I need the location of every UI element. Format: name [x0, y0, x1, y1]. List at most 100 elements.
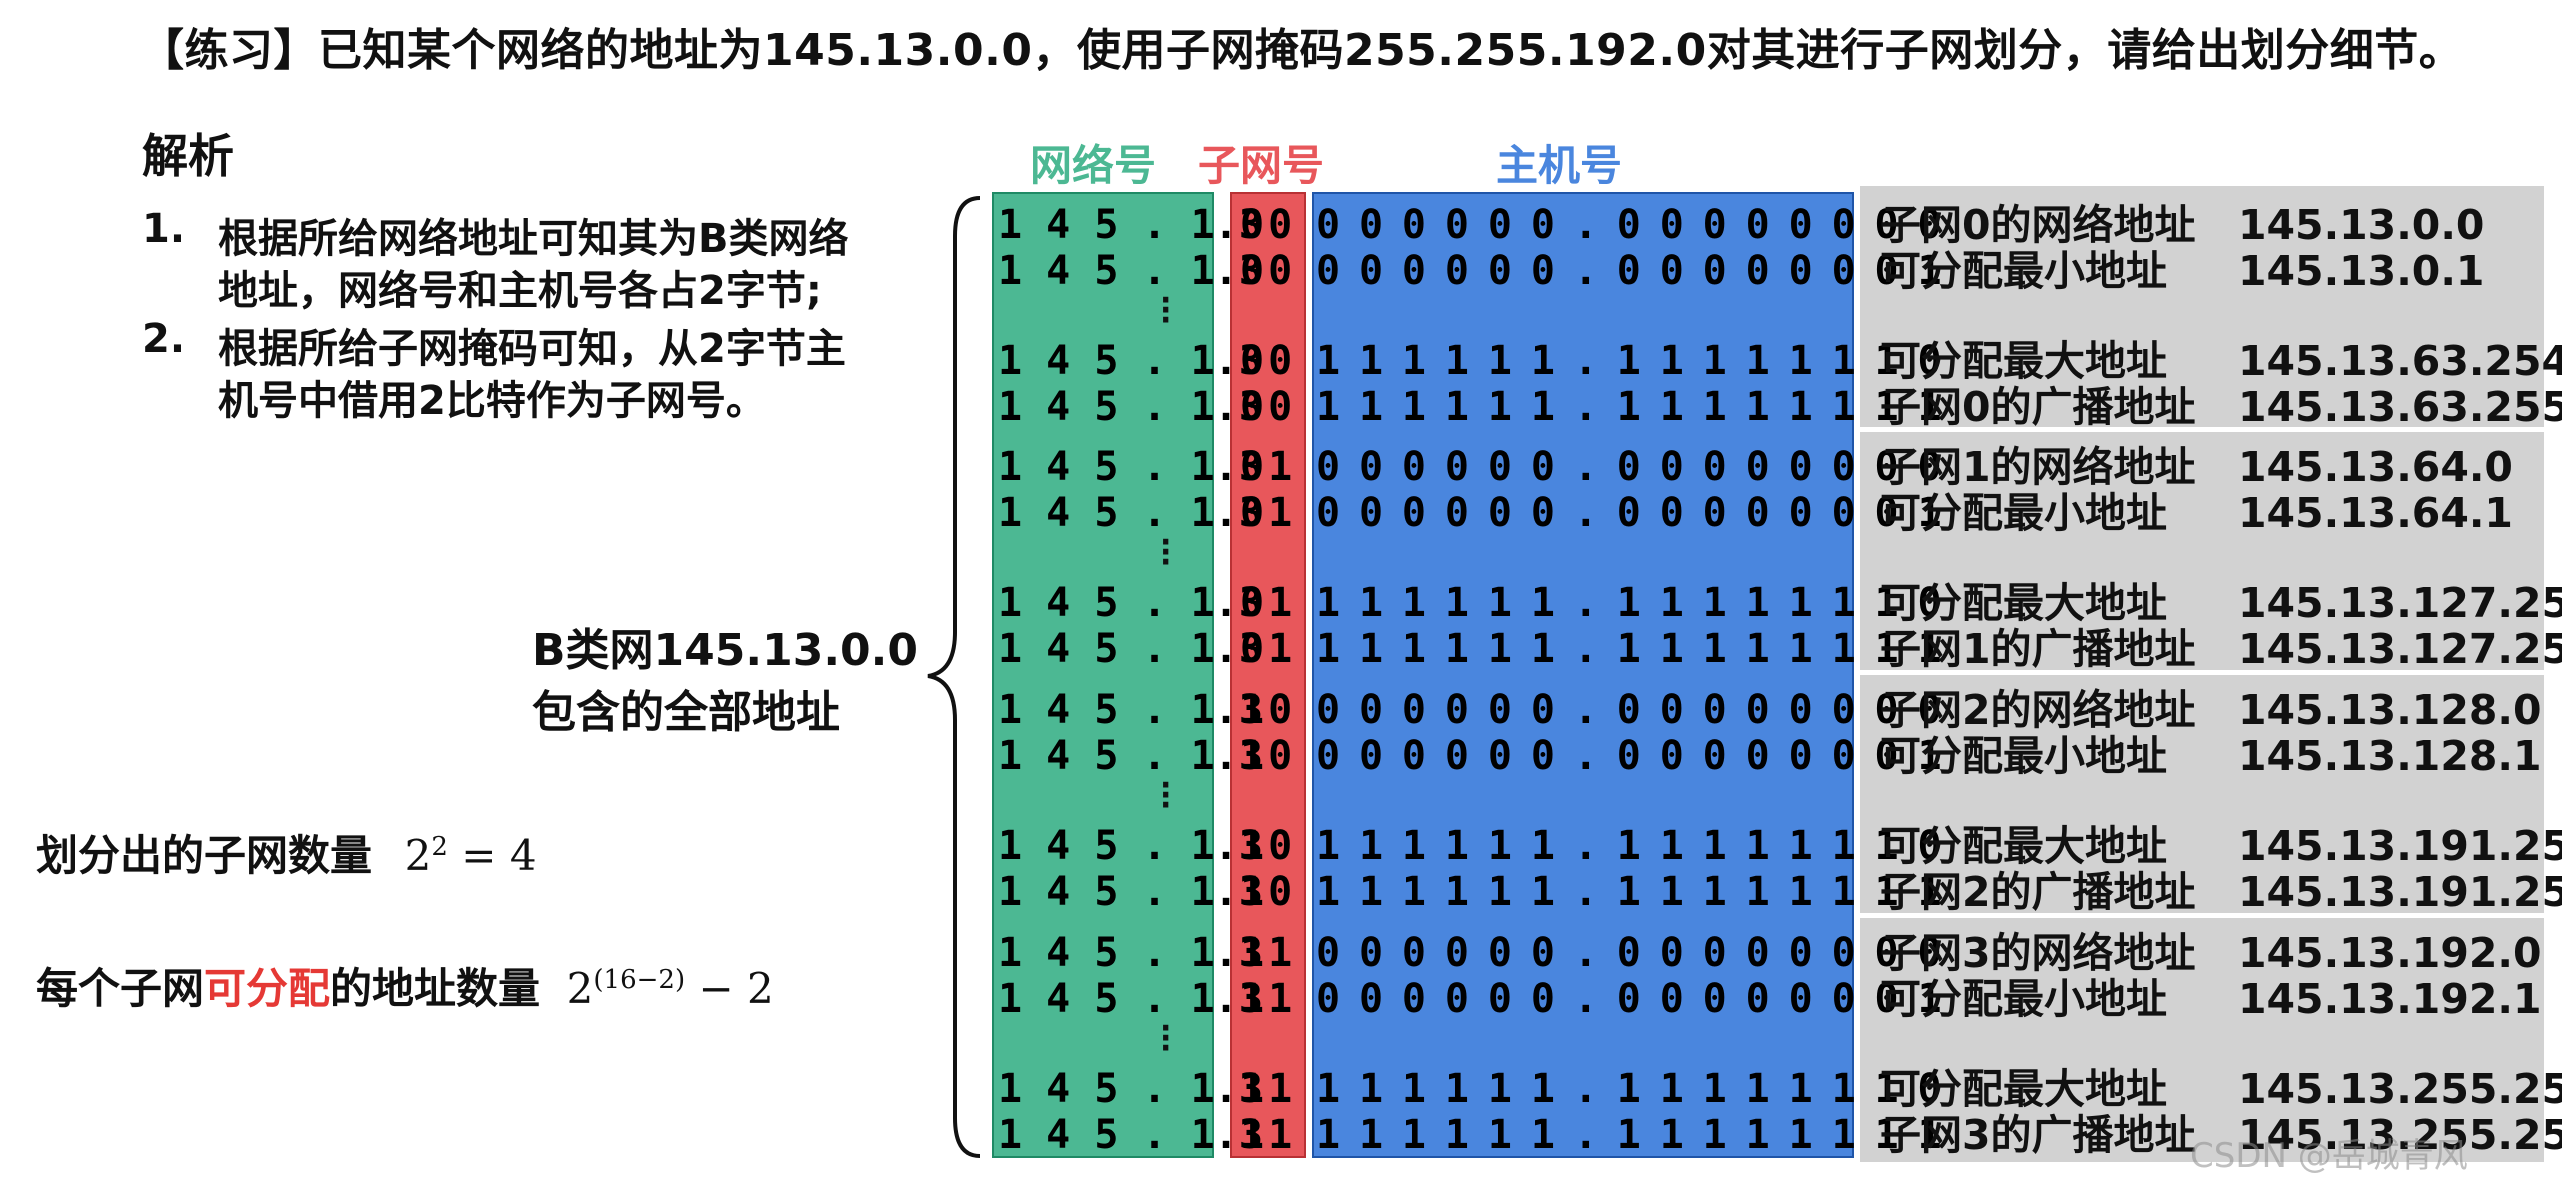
host-bits: 1 1 1 1 1 1 . 1 1 1 1 1 1 1 1 [1316, 869, 1942, 915]
step-2-line-2: 机号中借用2比特作为子网号。 [218, 378, 766, 424]
subnet-bits: 1 0 [1240, 687, 1292, 733]
subnet-bits: 0 0 [1240, 338, 1292, 384]
subnet-count-formula: 22 = 4 [405, 831, 537, 880]
ellipsis-dots: · · · [1160, 1011, 1172, 1066]
address-value: 145.13.192.0 [2238, 929, 2542, 977]
address-label: 可分配最大地址 [1880, 337, 2167, 385]
hosts-base: 2 [566, 964, 594, 1013]
ellipsis-dots: · · · [1160, 283, 1172, 338]
address-label: 可分配最小地址 [1880, 732, 2167, 780]
brace-label: B类网145.13.0.0 包含的全部地址 [532, 620, 918, 744]
subnet-bits: 1 0 [1240, 733, 1292, 779]
address-label: 子网2的广播地址 [1880, 868, 2196, 916]
address-value: 145.13.63.254 [2238, 337, 2562, 385]
address-label: 可分配最小地址 [1880, 489, 2167, 537]
octet-separator: . [1214, 869, 1239, 915]
subnet-bits: 0 1 [1240, 490, 1292, 536]
address-value: 145.13.191.255 [2238, 868, 2562, 916]
host-bits: 1 1 1 1 1 1 . 1 1 1 1 1 1 1 0 [1316, 1066, 1942, 1112]
address-label: 子网1的广播地址 [1880, 625, 2196, 673]
hosts-highlight: 可分配 [204, 964, 331, 1013]
address-value: 145.13.127.255 [2238, 625, 2562, 673]
address-value: 145.13.0.1 [2238, 247, 2485, 295]
subnet-bits: 1 1 [1240, 976, 1292, 1022]
subnet-count-exponent: 2 [431, 832, 448, 862]
step-2-number: 2. [142, 316, 186, 362]
hosts-per-subnet-line: 每个子网可分配的地址数量 2(16−2) − 2 [36, 955, 774, 1016]
address-value: 145.13.128.1 [2238, 732, 2542, 780]
page-title: 【练习】已知某个网络的地址为145.13.0.0，使用子网掩码255.255.1… [140, 25, 2464, 76]
octet-separator: . [1214, 930, 1239, 976]
subnet-bits: 0 1 [1240, 444, 1292, 490]
address-label: 子网0的网络地址 [1880, 201, 2196, 249]
hosts-formula: 2(16−2) − 2 [567, 964, 774, 1013]
address-value: 145.13.192.1 [2238, 975, 2542, 1023]
octet-separator: . [1214, 1066, 1239, 1112]
subnet-bits: 1 0 [1240, 823, 1292, 869]
address-value: 145.13.64.0 [2238, 443, 2513, 491]
host-bits: 1 1 1 1 1 1 . 1 1 1 1 1 1 1 1 [1316, 626, 1942, 672]
octet-separator: . [1214, 823, 1239, 869]
hosts-prefix: 每个子网 [36, 964, 205, 1013]
address-value: 145.13.63.255 [2238, 383, 2562, 431]
octet-separator: . [1214, 384, 1239, 430]
address-label: 子网2的网络地址 [1880, 686, 2196, 734]
hosts-exponent: (16−2) [593, 965, 686, 995]
subnet-bits: 0 0 [1240, 248, 1292, 294]
address-value: 145.13.127.254 [2238, 579, 2562, 627]
analysis-heading: 解析 [142, 129, 234, 183]
subnet-header: 子网号 [1198, 141, 1325, 190]
octet-separator: . [1214, 444, 1239, 490]
address-label: 子网1的网络地址 [1880, 443, 2196, 491]
subnet-count-label: 划分出的子网数量 [36, 831, 373, 880]
step-1-line-1: 根据所给网络地址可知其为B类网络 [218, 216, 849, 262]
address-label: 可分配最大地址 [1880, 1065, 2167, 1113]
step-2-line-1: 根据所给子网掩码可知，从2字节主 [218, 326, 846, 372]
octet-separator: . [1214, 976, 1239, 1022]
subnet-bits: 0 1 [1240, 626, 1292, 672]
subnet-count-line: 划分出的子网数量 22 = 4 [36, 822, 537, 883]
subnet-bits: 1 0 [1240, 869, 1292, 915]
host-bits: 1 1 1 1 1 1 . 1 1 1 1 1 1 1 1 [1316, 1112, 1942, 1158]
address-label: 可分配最大地址 [1880, 579, 2167, 627]
hosts-suffix: 的地址数量 [330, 964, 541, 1013]
host-bits: 0 0 0 0 0 0 . 0 0 0 0 0 0 0 1 [1316, 976, 1942, 1022]
ellipsis-dots: · · · [1160, 768, 1172, 823]
subnet-bits: 1 1 [1240, 930, 1292, 976]
address-label: 可分配最大地址 [1880, 822, 2167, 870]
host-bits: 0 0 0 0 0 0 . 0 0 0 0 0 0 0 1 [1316, 733, 1942, 779]
subnet-bits: 1 1 [1240, 1112, 1292, 1158]
address-label: 子网0的广播地址 [1880, 383, 2196, 431]
network-header: 网络号 [1030, 141, 1157, 190]
host-header: 主机号 [1496, 141, 1623, 190]
address-value: 145.13.255.254 [2238, 1065, 2562, 1113]
subnet-count-result: = 4 [447, 831, 537, 880]
octet-separator: . [1214, 490, 1239, 536]
step-1-number: 1. [142, 206, 186, 252]
address-value: 145.13.128.0 [2238, 686, 2542, 734]
subnet-count-base: 2 [404, 831, 432, 880]
host-bits: 1 1 1 1 1 1 . 1 1 1 1 1 1 1 1 [1316, 384, 1942, 430]
host-bits: 0 0 0 0 0 0 . 0 0 0 0 0 0 0 0 [1316, 687, 1942, 733]
octet-separator: . [1214, 338, 1239, 384]
host-bits: 0 0 0 0 0 0 . 0 0 0 0 0 0 0 1 [1316, 490, 1942, 536]
host-bits: 0 0 0 0 0 0 . 0 0 0 0 0 0 0 1 [1316, 248, 1942, 294]
octet-separator: . [1214, 580, 1239, 626]
subnet-bits: 0 1 [1240, 580, 1292, 626]
address-value: 145.13.64.1 [2238, 489, 2513, 537]
watermark: CSDN @岳城青风 [2190, 1136, 2468, 1176]
ellipsis-dots: · · · [1160, 525, 1172, 580]
address-label: 可分配最小地址 [1880, 247, 2167, 295]
octet-separator: . [1214, 1112, 1239, 1158]
brace-label-line-2: 包含的全部地址 [532, 687, 840, 738]
host-bits: 1 1 1 1 1 1 . 1 1 1 1 1 1 1 0 [1316, 580, 1942, 626]
address-label: 可分配最小地址 [1880, 975, 2167, 1023]
host-bits: 1 1 1 1 1 1 . 1 1 1 1 1 1 1 0 [1316, 338, 1942, 384]
octet-separator: . [1214, 733, 1239, 779]
subnet-bits: 1 1 [1240, 1066, 1292, 1112]
hosts-rest: − 2 [685, 964, 774, 1013]
subnet-bits: 0 0 [1240, 384, 1292, 430]
host-bits: 0 0 0 0 0 0 . 0 0 0 0 0 0 0 0 [1316, 202, 1942, 248]
brace-label-line-1: B类网145.13.0.0 [532, 625, 918, 676]
address-value: 145.13.191.254 [2238, 822, 2562, 870]
